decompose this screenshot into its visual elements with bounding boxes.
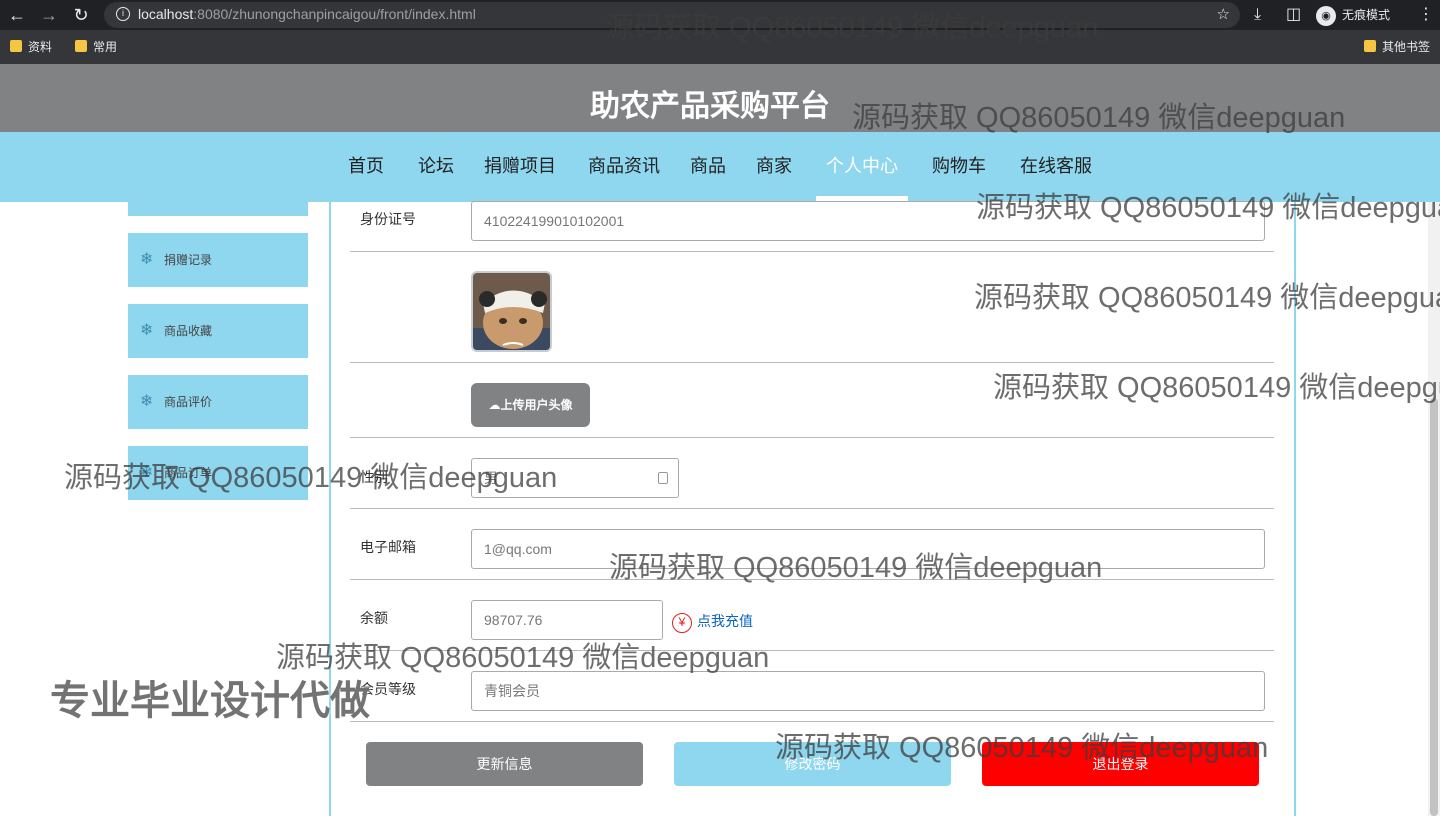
sidebar-item-cut[interactable] bbox=[128, 202, 308, 216]
recharge-label: 点我充值 bbox=[697, 613, 753, 629]
row-divider bbox=[350, 362, 1274, 363]
sidebar-item-label: 商品订单 bbox=[164, 466, 213, 480]
upload-avatar-button[interactable]: ☁上传用户头像 bbox=[471, 383, 590, 427]
row-divider bbox=[350, 721, 1274, 722]
gender-label: 性别 bbox=[360, 469, 388, 485]
snowflake-icon: ❄ bbox=[140, 464, 154, 481]
nav-merchants[interactable]: 商家 bbox=[756, 152, 792, 178]
cat-avatar-image bbox=[473, 273, 550, 350]
avatar[interactable] bbox=[471, 271, 552, 352]
browser-toolbar: ← → ↻ i localhost:8080/zhunongchanpincai… bbox=[0, 0, 1440, 30]
menu-dots-icon[interactable]: ⋮ bbox=[1418, 4, 1434, 26]
balance-input[interactable]: 98707.76 bbox=[471, 600, 663, 640]
bookmark-star-icon[interactable]: ☆ bbox=[1217, 5, 1230, 23]
folder-icon bbox=[1364, 40, 1376, 52]
nav-products[interactable]: 商品 bbox=[690, 152, 726, 178]
sidebar-item-favorites[interactable]: ❄ 商品收藏 bbox=[128, 304, 308, 358]
gender-value: 男 bbox=[484, 470, 498, 486]
bookmark-label: 资料 bbox=[28, 40, 53, 54]
logout-button[interactable]: 退出登录 bbox=[982, 742, 1259, 786]
change-password-button[interactable]: 修改密码 bbox=[674, 742, 951, 786]
id-number-label: 身份证号 bbox=[360, 211, 416, 227]
yen-icon: ¥ bbox=[672, 613, 692, 633]
row-divider bbox=[350, 579, 1274, 580]
nav-personal-center[interactable]: 个人中心 bbox=[826, 152, 898, 178]
row-divider bbox=[350, 251, 1274, 252]
member-level-input[interactable]: 青铜会员 bbox=[471, 671, 1265, 711]
row-divider bbox=[350, 508, 1274, 509]
row-divider bbox=[350, 650, 1274, 651]
sidebar-item-orders[interactable]: ❄ 商品订单 bbox=[128, 446, 308, 500]
other-bookmarks[interactable]: 其他书签 bbox=[1364, 39, 1430, 55]
back-arrow-icon[interactable]: ← bbox=[6, 4, 28, 26]
nav-home[interactable]: 首页 bbox=[348, 152, 384, 178]
download-icon[interactable]: ⤓ bbox=[1254, 4, 1261, 26]
watermark-slogan: 专业毕业设计代做 bbox=[50, 679, 370, 723]
snowflake-icon: ❄ bbox=[140, 322, 154, 339]
row-divider bbox=[350, 437, 1274, 438]
nav-donation[interactable]: 捐赠项目 bbox=[484, 152, 556, 178]
sidebar-item-reviews[interactable]: ❄ 商品评价 bbox=[128, 375, 308, 429]
nav-news[interactable]: 商品资讯 bbox=[588, 152, 660, 178]
email-input[interactable]: 1@qq.com bbox=[471, 529, 1265, 569]
balance-label: 余额 bbox=[360, 610, 388, 626]
snowflake-icon: ❄ bbox=[140, 393, 154, 410]
sidepanel-icon[interactable]: ◫ bbox=[1286, 4, 1301, 26]
cloud-upload-icon: ☁ bbox=[488, 398, 501, 412]
url-host: localhost bbox=[138, 6, 194, 22]
sidebar-item-donation-records[interactable]: ❄ 捐赠记录 bbox=[128, 233, 308, 287]
nav-cart[interactable]: 购物车 bbox=[932, 152, 986, 178]
url-text: localhost:8080/zhunongchanpincaigou/fron… bbox=[138, 6, 476, 22]
update-info-button[interactable]: 更新信息 bbox=[366, 742, 643, 786]
upload-avatar-label: 上传用户头像 bbox=[500, 398, 573, 412]
folder-icon bbox=[75, 40, 87, 52]
site-info-icon[interactable]: i bbox=[116, 7, 130, 21]
incognito-indicator[interactable]: ◉ 无痕模式 bbox=[1316, 4, 1390, 26]
snowflake-icon: ❄ bbox=[140, 251, 154, 268]
bookmark-folder-2[interactable]: 常用 bbox=[75, 39, 117, 55]
bookmark-label: 常用 bbox=[93, 40, 118, 54]
select-caret-icon bbox=[658, 472, 668, 484]
site-title: 助农产品采购平台 bbox=[590, 90, 830, 123]
bookmark-folder-1[interactable]: 资料 bbox=[10, 39, 52, 55]
site-header: 助农产品采购平台 bbox=[0, 64, 1440, 132]
address-bar[interactable]: i localhost:8080/zhunongchanpincaigou/fr… bbox=[104, 2, 1240, 28]
url-path: :8080/zhunongchanpincaigou/front/index.h… bbox=[193, 6, 476, 22]
nav-customer-service[interactable]: 在线客服 bbox=[1020, 152, 1092, 178]
id-number-input[interactable]: 410224199010102001 bbox=[471, 201, 1265, 241]
forward-arrow-icon[interactable]: → bbox=[38, 4, 60, 26]
page-scrollbar[interactable] bbox=[1428, 202, 1440, 816]
recharge-link[interactable]: ¥ 点我充值 bbox=[672, 610, 753, 633]
email-label: 电子邮箱 bbox=[360, 539, 416, 555]
reload-icon[interactable]: ↻ bbox=[70, 4, 92, 26]
incognito-icon: ◉ bbox=[1316, 5, 1336, 26]
scrollbar-thumb[interactable] bbox=[1430, 398, 1438, 816]
folder-icon bbox=[10, 40, 22, 52]
sidebar-item-label: 捐赠记录 bbox=[164, 253, 213, 267]
incognito-label: 无痕模式 bbox=[1342, 8, 1391, 22]
sidebar-item-label: 商品评价 bbox=[164, 395, 213, 409]
nav-forum[interactable]: 论坛 bbox=[418, 152, 454, 178]
bookmarks-bar: 资料 常用 其他书签 bbox=[0, 30, 1440, 64]
sidebar-item-label: 商品收藏 bbox=[164, 324, 213, 338]
bookmark-label: 其他书签 bbox=[1382, 40, 1431, 54]
main-nav: 首页 论坛 捐赠项目 商品资讯 商品 商家 个人中心 购物车 在线客服 bbox=[0, 132, 1440, 202]
gender-select[interactable]: 男 bbox=[471, 458, 679, 498]
